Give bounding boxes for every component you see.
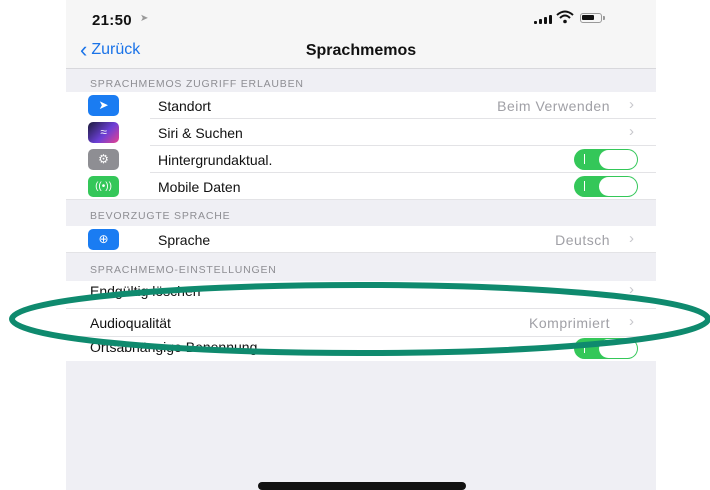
row-mobile-data: ((•)) Mobile Daten — [66, 173, 656, 200]
wifi-icon — [556, 10, 574, 24]
battery-icon — [580, 13, 602, 23]
mobile-data-toggle[interactable] — [574, 176, 638, 197]
chevron-right-icon: › — [629, 230, 634, 247]
section-header-settings: SPRACHMEMO-EINSTELLUNGEN — [90, 264, 277, 276]
audio-quality-value: Komprimiert — [529, 315, 610, 331]
language-label: Sprache — [158, 232, 211, 248]
toggle-on-mark — [584, 154, 585, 164]
toggle-on-mark — [584, 181, 585, 191]
row-background-refresh: ⚙ Hintergrundaktual. — [66, 146, 656, 173]
divider — [66, 252, 656, 253]
antenna-icon: ((•)) — [88, 176, 119, 197]
delete-label: Endgültig löschen — [90, 283, 201, 299]
toggle-knob — [599, 339, 637, 358]
language-value: Deutsch — [555, 232, 610, 248]
location-naming-toggle[interactable] — [574, 338, 638, 359]
mobile-label: Mobile Daten — [158, 179, 241, 195]
toggle-knob — [599, 150, 637, 169]
chevron-right-icon: › — [629, 123, 634, 140]
globe-icon: ⊕ — [88, 229, 119, 250]
status-bar: 21:50 ➤ — [66, 0, 656, 36]
location-label: Standort — [158, 98, 211, 114]
chevron-right-icon: › — [629, 313, 634, 330]
row-siri[interactable]: ≈ Siri & Suchen › — [66, 119, 656, 146]
chevron-right-icon: › — [629, 281, 634, 298]
battery-tip — [603, 16, 605, 20]
status-time: 21:50 — [92, 12, 132, 29]
chevron-right-icon: › — [629, 96, 634, 113]
location-naming-label: Ortsabhängige Benennung — [90, 339, 258, 355]
siri-label: Siri & Suchen — [158, 125, 243, 141]
row-location[interactable]: ➤ Standort Beim Verwenden › — [66, 92, 656, 119]
row-location-naming: Ortsabhängige Benennung — [66, 337, 656, 361]
siri-icon: ≈ — [88, 122, 119, 143]
background-label: Hintergrundaktual. — [158, 152, 273, 168]
background-refresh-toggle[interactable] — [574, 149, 638, 170]
location-services-icon: ➤ — [140, 13, 149, 24]
location-arrow-icon: ➤ — [88, 95, 119, 116]
phone-screen: 21:50 ➤ ‹ Zurück Sprachmemos SPRACHMEMOS… — [66, 0, 656, 490]
section-header-access: SPRACHMEMOS ZUGRIFF ERLAUBEN — [90, 78, 304, 90]
toggle-knob — [599, 177, 637, 196]
row-audio-quality[interactable]: Audioqualität Komprimiert › — [66, 309, 656, 337]
page-title: Sprachmemos — [305, 42, 417, 59]
row-language[interactable]: ⊕ Sprache Deutsch › — [66, 226, 656, 253]
location-value: Beim Verwenden — [497, 98, 610, 114]
section-header-language: BEVORZUGTE SPRACHE — [90, 210, 231, 222]
home-indicator[interactable] — [258, 482, 466, 490]
row-delete[interactable]: Endgültig löschen › — [66, 281, 656, 309]
navigation-bar: ‹ Zurück Sprachmemos — [66, 36, 656, 69]
audio-quality-label: Audioqualität — [90, 315, 171, 331]
divider — [66, 199, 656, 200]
toggle-on-mark — [584, 343, 585, 353]
cellular-signal-icon — [534, 14, 552, 24]
gear-icon: ⚙ — [88, 149, 119, 170]
